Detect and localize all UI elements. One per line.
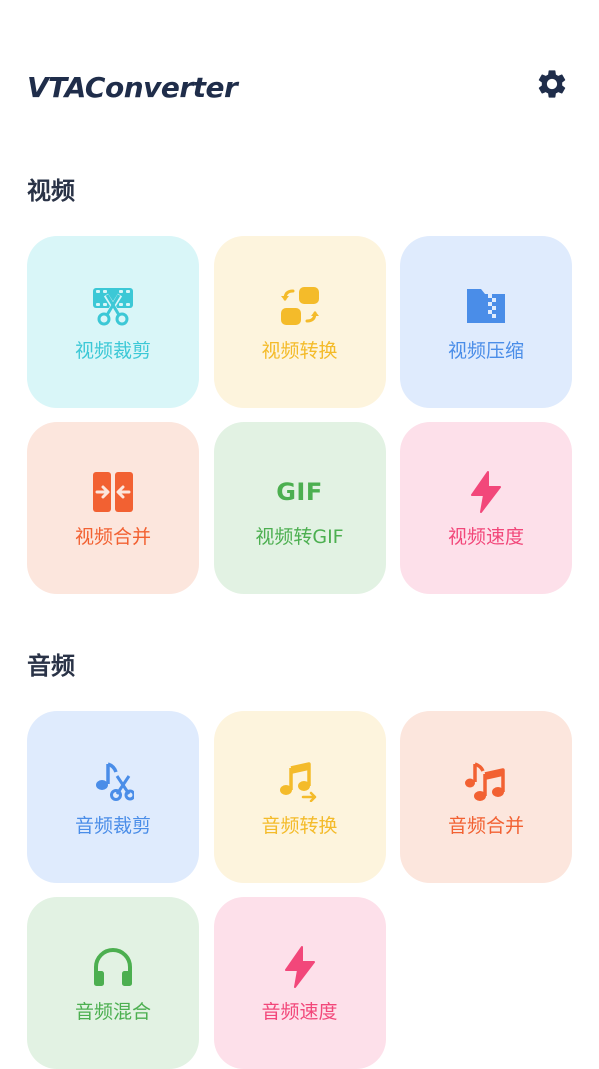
tile-label: 音频裁剪 (74, 815, 151, 837)
tile-label: 视频转换 (261, 340, 338, 362)
tile-label: 音频混合 (74, 1001, 151, 1023)
convert-blocks-icon (278, 284, 322, 328)
zip-file-icon (464, 284, 508, 328)
tile-label: 音频速度 (261, 1001, 338, 1023)
lightning-icon (278, 945, 322, 989)
app-title: VTAConverter (27, 71, 238, 104)
music-notes-icon (464, 759, 508, 803)
film-scissors-icon (91, 284, 135, 328)
gif-icon-text: GIF (276, 478, 323, 506)
tile-label: 视频速度 (447, 526, 524, 548)
lightning-icon (464, 470, 508, 514)
app-header: VTAConverter (27, 66, 572, 110)
section-title-video: 视频 (27, 177, 75, 205)
tile-video-trim[interactable]: 视频裁剪 (27, 236, 199, 408)
tile-label: 视频压缩 (447, 340, 524, 362)
settings-button[interactable] (532, 66, 572, 106)
tile-video-to-gif[interactable]: GIF 视频转GIF (213, 422, 386, 594)
audio-tools-grid: 音频裁剪 音频转换 音频合并 音频混合 音频速度 (27, 711, 572, 1069)
tile-audio-trim[interactable]: 音频裁剪 (27, 711, 199, 883)
tile-label: 音频转换 (261, 815, 338, 837)
tile-audio-merge[interactable]: 音频合并 (400, 711, 572, 883)
tile-audio-mix[interactable]: 音频混合 (27, 897, 199, 1069)
music-scissors-icon (91, 759, 135, 803)
tile-label: 视频裁剪 (74, 340, 151, 362)
tile-video-speed[interactable]: 视频速度 (400, 422, 572, 594)
headphones-icon (91, 945, 135, 989)
tile-label: 视频转GIF (255, 526, 344, 548)
merge-arrows-icon (91, 470, 135, 514)
music-convert-icon (278, 759, 322, 803)
gif-icon: GIF (276, 470, 323, 514)
tile-video-compress[interactable]: 视频压缩 (400, 236, 572, 408)
tile-video-merge[interactable]: 视频合并 (27, 422, 199, 594)
tile-audio-speed[interactable]: 音频速度 (213, 897, 386, 1069)
tile-audio-convert[interactable]: 音频转换 (213, 711, 386, 883)
section-title-audio: 音频 (27, 652, 75, 680)
tile-label: 音频合并 (447, 815, 524, 837)
video-tools-grid: 视频裁剪 视频转换 视频压缩 视频合并 GIF 视频转GIF 视频速度 (27, 236, 572, 594)
tile-video-convert[interactable]: 视频转换 (213, 236, 386, 408)
tile-label: 视频合并 (74, 526, 151, 548)
gear-icon (535, 67, 569, 105)
